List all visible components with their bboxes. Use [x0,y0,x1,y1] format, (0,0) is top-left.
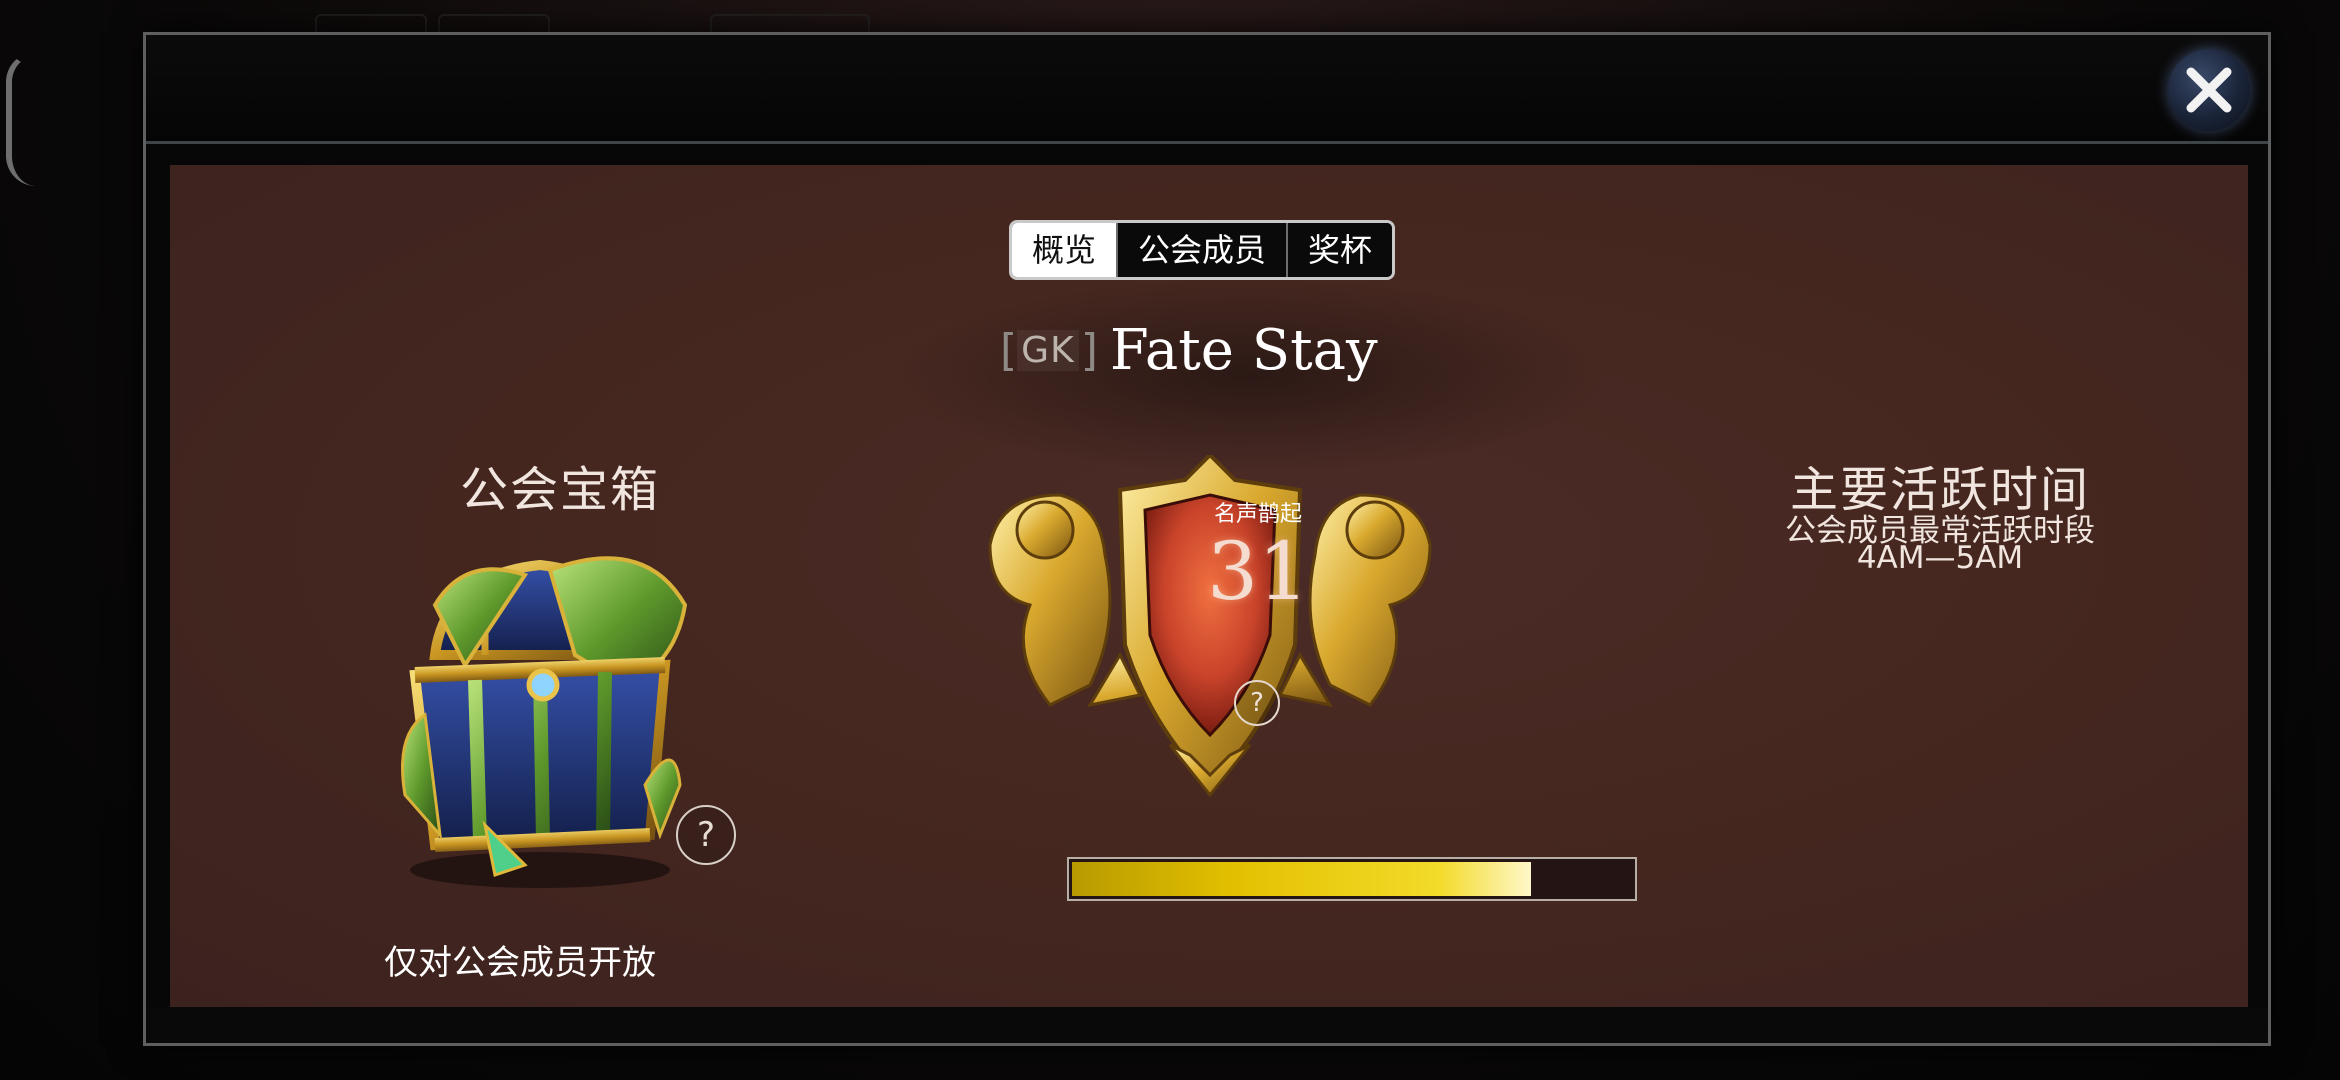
fame-help-button[interactable]: ? [1234,680,1280,726]
guild-chest-title: 公会宝箱 [459,462,660,518]
fame-level: 31 [1207,525,1309,618]
tab-trophies[interactable]: 奖杯 [1288,223,1393,277]
treasure-chest-icon [401,556,688,888]
tab-bar: 概览 公会成员 奖杯 [1009,220,1396,280]
guild-tag: GK [1017,329,1079,371]
edge-decoration [6,52,42,186]
guild-name: Fate Stay [1109,317,1378,383]
dialog-footer [146,1007,2268,1043]
overview-panel: 概览 公会成员 奖杯 [ GK ] Fate Stay 公会宝箱 ? 仅对公会成… [170,165,2248,1010]
chest-help-button[interactable]: ? [676,805,736,865]
guild-dialog: 概览 公会成员 奖杯 [ GK ] Fate Stay 公会宝箱 ? 仅对公会成… [143,32,2271,1046]
fame-progress-bar [1067,857,1637,901]
tab-overview[interactable]: 概览 [1012,223,1119,277]
chest-members-only-note: 仅对公会成员开放 [384,943,656,983]
close-icon [2186,67,2232,113]
fame-rank-label: 名声鹊起 [1213,502,1302,527]
tag-bracket-left: [ [1000,324,1018,376]
dialog-header [146,35,2268,144]
active-time-range: 4AM—5AM [1856,540,2024,576]
fame-progress-fill [1072,862,1531,896]
game-screen: 概览 公会成员 奖杯 [ GK ] Fate Stay 公会宝箱 ? 仅对公会成… [0,0,2340,1080]
tag-bracket-right: ] [1080,324,1098,376]
guild-header: [ GK ] Fate Stay [1000,310,1378,390]
close-button[interactable] [2168,49,2250,131]
tab-guild-members[interactable]: 公会成员 [1118,223,1289,277]
